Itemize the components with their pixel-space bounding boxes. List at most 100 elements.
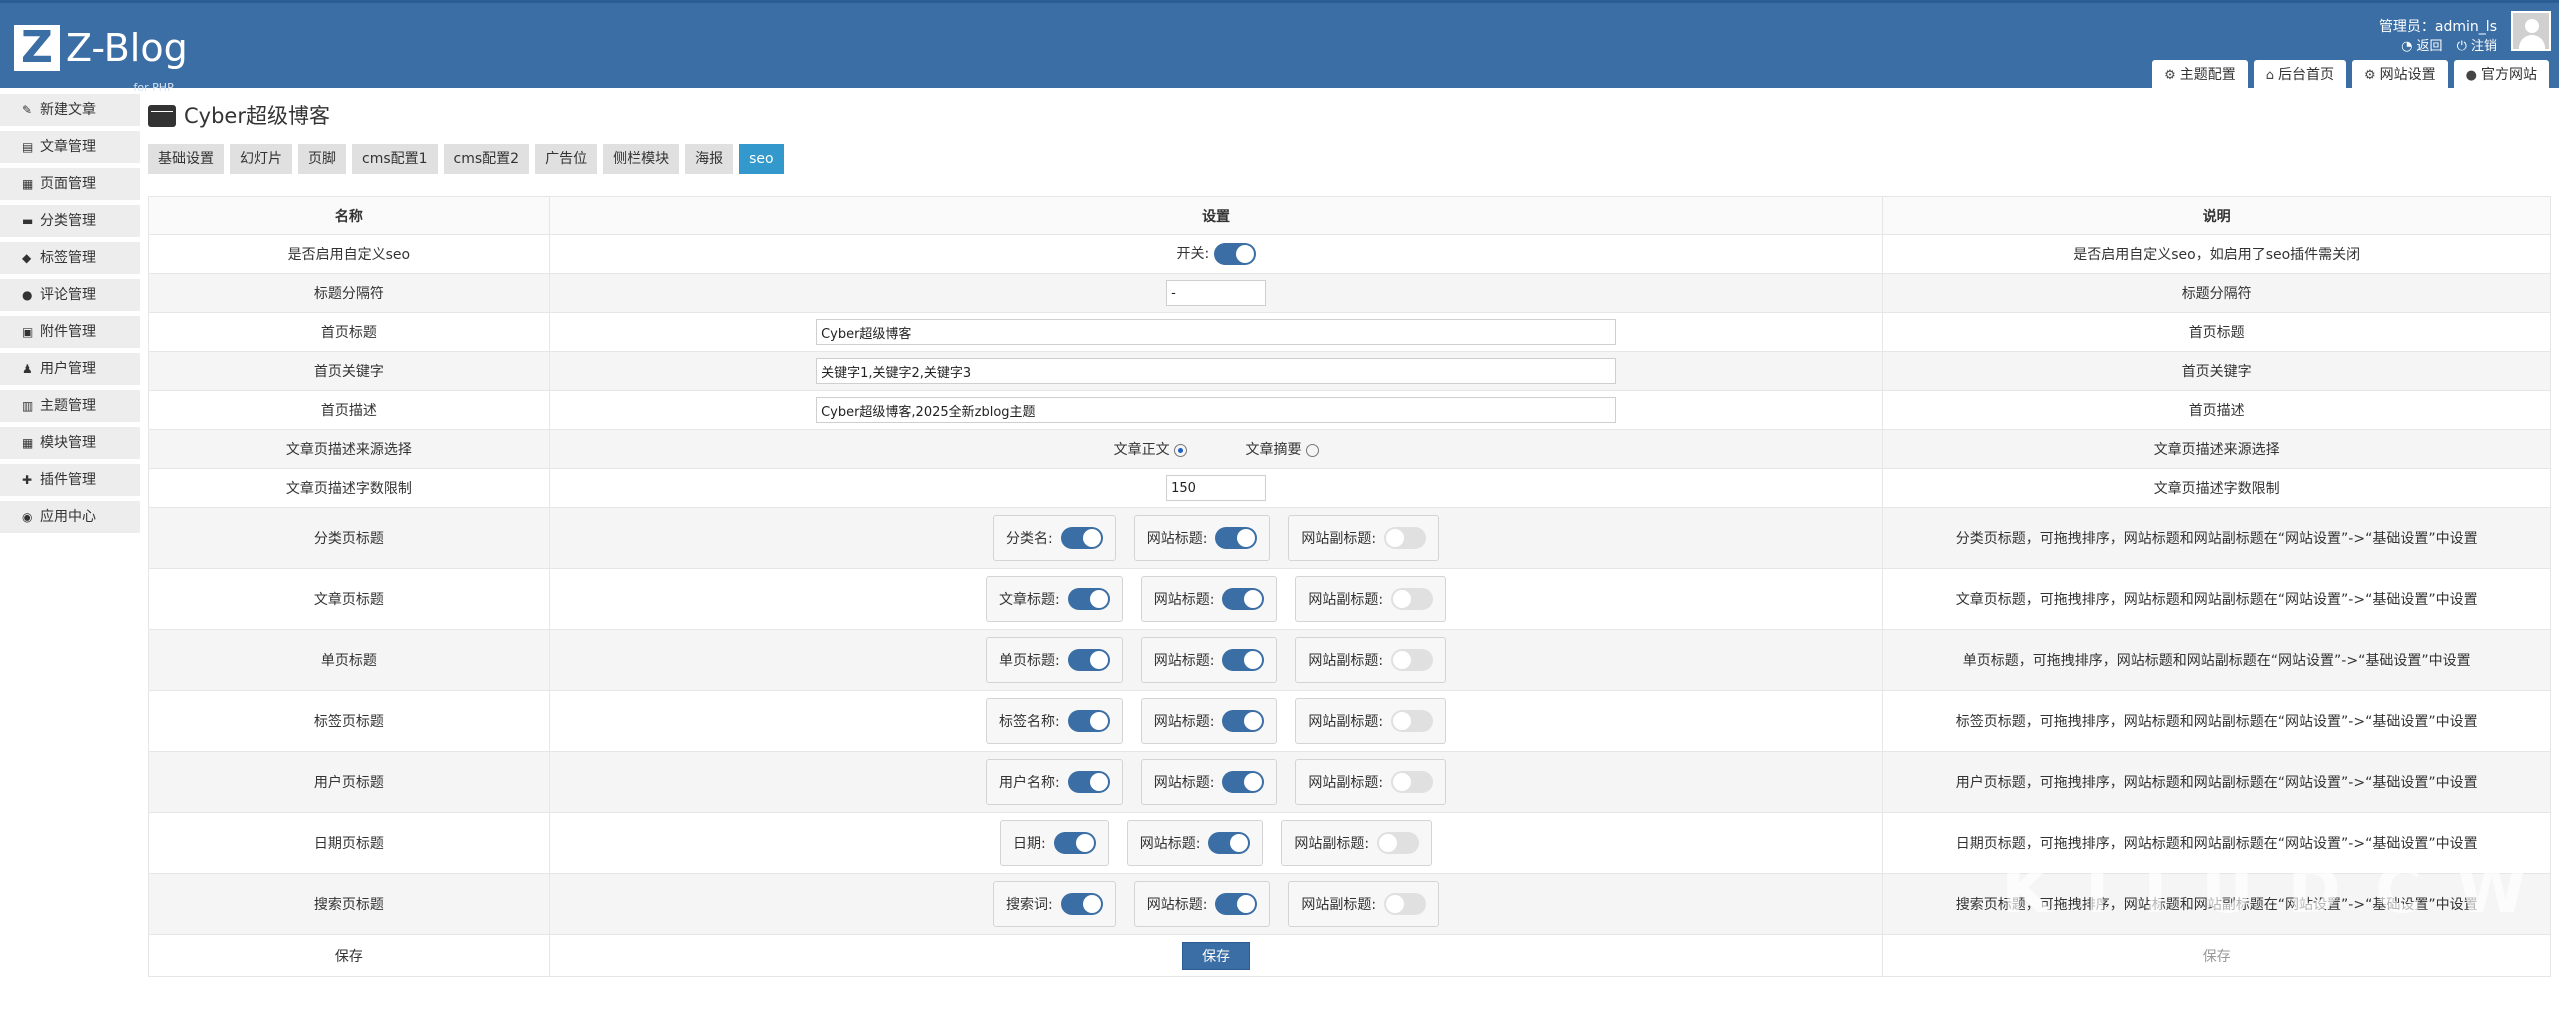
radio-option-excerpt[interactable]: 文章摘要	[1246, 442, 1319, 458]
switch-label: 标签名称:	[998, 714, 1060, 730]
draggable-switch[interactable]: 搜索词:	[992, 881, 1116, 927]
sidebar-item-categories[interactable]: ▬ 分类管理	[0, 205, 140, 237]
title-part-toggle[interactable]	[1391, 710, 1434, 732]
sidebar-item-app-center[interactable]: ◉ 应用中心	[0, 501, 140, 533]
radio-option-body[interactable]: 文章正文	[1114, 442, 1187, 458]
sidebar-item-users[interactable]: ♟ 用户管理	[0, 353, 140, 385]
draggable-switch[interactable]: 网站标题:	[1133, 515, 1271, 561]
tab-ads[interactable]: 广告位	[535, 144, 598, 174]
row-desc: 文章页描述来源选择	[1882, 429, 2551, 469]
draggable-switch[interactable]: 网站标题:	[1140, 759, 1278, 805]
tab-theme-config[interactable]: ⚙ 主题配置	[2152, 60, 2248, 91]
tab-cms2[interactable]: cms配置2	[443, 144, 530, 174]
tab-basic[interactable]: 基础设置	[148, 144, 224, 174]
title-part-toggle[interactable]	[1384, 893, 1427, 915]
avatar[interactable]	[2511, 11, 2551, 51]
row-setting	[548, 390, 1884, 430]
draggable-switch[interactable]: 网站副标题:	[1288, 881, 1440, 927]
tab-seo[interactable]: seo	[739, 144, 784, 174]
separator-input[interactable]	[1166, 280, 1267, 306]
sidebar-item-modules[interactable]: ▦ 模块管理	[0, 427, 140, 459]
tab-slides[interactable]: 幻灯片	[230, 144, 292, 174]
draggable-switch[interactable]: 网站副标题:	[1295, 637, 1447, 683]
tab-admin-home[interactable]: ⌂ 后台首页	[2253, 60, 2346, 91]
tab-footer[interactable]: 页脚	[298, 144, 346, 174]
sidebar-item-tags[interactable]: ◆ 标签管理	[0, 242, 140, 274]
tab-official-site[interactable]: ● 官方网站	[2453, 60, 2549, 91]
draggable-switch[interactable]: 用户名称:	[985, 759, 1123, 805]
draggable-switch[interactable]: 网站副标题:	[1295, 759, 1447, 805]
sidebar-item-themes[interactable]: ▥ 主题管理	[0, 390, 140, 422]
save-button[interactable]: 保存	[1182, 941, 1251, 970]
title-part-toggle[interactable]	[1067, 710, 1110, 732]
radio-excerpt[interactable]	[1305, 443, 1319, 457]
home-title-input[interactable]	[816, 319, 1617, 345]
title-part-toggle[interactable]	[1053, 832, 1096, 854]
home-keywords-input[interactable]	[816, 358, 1617, 384]
tab-poster[interactable]: 海报	[685, 144, 734, 174]
row-name: 文章页标题	[148, 568, 550, 630]
draggable-switch[interactable]: 网站副标题:	[1295, 576, 1447, 622]
tab-cms1[interactable]: cms配置1	[352, 144, 438, 174]
table-row: 单页标题 单页标题: 网站标题: 网站副标题: 单页标题，可拖拽排序，网站标题和…	[148, 629, 2551, 691]
title-part-toggle[interactable]	[1215, 527, 1258, 549]
enable-seo-toggle[interactable]	[1213, 243, 1256, 265]
draggable-switch[interactable]: 网站副标题:	[1281, 820, 1433, 866]
row-desc: 标题分隔符	[1882, 273, 2551, 313]
sidebar-item-label: 插件管理	[40, 472, 96, 488]
switch-label: 网站标题:	[1146, 897, 1208, 913]
sidebar-item-new-article[interactable]: ✎ 新建文章	[0, 94, 140, 126]
title-part-toggle[interactable]	[1391, 649, 1434, 671]
title-part-toggle[interactable]	[1384, 527, 1427, 549]
row-name: 用户页标题	[148, 751, 550, 813]
sidebar-item-attachments[interactable]: ▣ 附件管理	[0, 316, 140, 348]
draggable-switch[interactable]: 网站标题:	[1140, 576, 1278, 622]
sidebar-item-articles[interactable]: ▤ 文章管理	[0, 131, 140, 163]
draggable-switch[interactable]: 标签名称:	[985, 698, 1123, 744]
draggable-switch[interactable]: 网站标题:	[1140, 698, 1278, 744]
radio-body[interactable]	[1173, 443, 1187, 457]
row-setting: 标签名称: 网站标题: 网站副标题:	[548, 690, 1884, 752]
title-part-toggle[interactable]	[1208, 832, 1251, 854]
title-part-toggle[interactable]	[1215, 893, 1258, 915]
title-part-toggle[interactable]	[1067, 771, 1110, 793]
tab-sidebar-modules[interactable]: 侧栏模块	[603, 144, 680, 174]
draggable-switch[interactable]: 网站副标题:	[1295, 698, 1447, 744]
sidebar-item-pages[interactable]: ▦ 页面管理	[0, 168, 140, 200]
title-part-toggle[interactable]	[1060, 893, 1103, 915]
draggable-switch[interactable]: 分类名:	[992, 515, 1116, 561]
title-part-toggle[interactable]	[1377, 832, 1420, 854]
title-part-toggle[interactable]	[1067, 588, 1110, 610]
home-description-input[interactable]	[816, 397, 1617, 423]
title-part-toggle[interactable]	[1222, 710, 1265, 732]
main-content: Cyber超级博客 基础设置 幻灯片 页脚 cms配置1 cms配置2 广告位 …	[148, 96, 2551, 977]
title-part-toggle[interactable]	[1222, 649, 1265, 671]
draggable-switch[interactable]: 网站标题:	[1126, 820, 1264, 866]
draggable-switch[interactable]: 文章标题:	[985, 576, 1123, 622]
title-part-toggle[interactable]	[1391, 588, 1434, 610]
logout-link[interactable]: ⏻ 注销	[2457, 37, 2497, 57]
zblog-logo[interactable]: Z Z-Blog for PHP	[14, 25, 188, 94]
gear-icon: ⚙	[2164, 68, 2176, 83]
row-desc: 首页标题	[1882, 312, 2551, 352]
row-setting: 文章标题: 网站标题: 网站副标题:	[548, 568, 1884, 630]
title-part-toggle[interactable]	[1222, 588, 1265, 610]
back-link[interactable]: ◔ 返回	[2401, 37, 2443, 57]
draggable-switch[interactable]: 单页标题:	[985, 637, 1123, 683]
draggable-switch[interactable]: 日期:	[999, 820, 1109, 866]
row-desc: 日期页标题，可拖拽排序，网站标题和网站副标题在“网站设置”->“基础设置”中设置	[1882, 812, 2551, 874]
desc-limit-input[interactable]	[1166, 475, 1267, 501]
title-part-toggle[interactable]	[1391, 771, 1434, 793]
title-part-toggle[interactable]	[1222, 771, 1265, 793]
title-part-toggle[interactable]	[1060, 527, 1103, 549]
draggable-switch[interactable]: 网站标题:	[1133, 881, 1271, 927]
logout-label: 注销	[2470, 39, 2497, 54]
sidebar-item-plugins[interactable]: ✚ 插件管理	[0, 464, 140, 496]
sidebar-item-label: 附件管理	[40, 324, 96, 340]
row-name: 是否启用自定义seo	[148, 234, 550, 274]
sidebar-item-comments[interactable]: ● 评论管理	[0, 279, 140, 311]
draggable-switch[interactable]: 网站副标题:	[1288, 515, 1440, 561]
draggable-switch[interactable]: 网站标题:	[1140, 637, 1278, 683]
tab-site-settings[interactable]: ⚙ 网站设置	[2352, 60, 2448, 91]
title-part-toggle[interactable]	[1067, 649, 1110, 671]
